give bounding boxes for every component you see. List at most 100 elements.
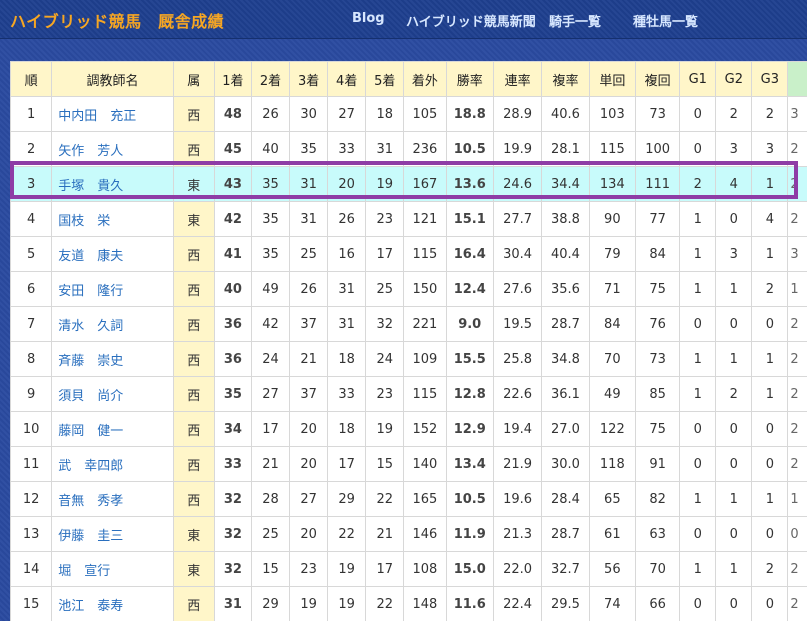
cell-place-return: 75: [634, 411, 681, 447]
cell-trainer-name[interactable]: 手塚 貴久: [51, 166, 174, 202]
cell-quinella-rate: 19.9: [492, 131, 543, 167]
cell-g2: 4: [715, 166, 753, 202]
cell-turf: 0: [787, 516, 807, 552]
cell-affiliation: 西: [172, 271, 215, 307]
cell-trainer-name[interactable]: 伊藤 圭三: [51, 516, 174, 552]
cell-place-return: 85: [634, 376, 681, 412]
cell-unplaced: 115: [403, 236, 447, 272]
cell-win-rate: 11.6: [445, 586, 494, 621]
column-header-win-rate[interactable]: 勝率: [445, 61, 494, 97]
column-header-g3[interactable]: G3: [751, 61, 789, 97]
column-header-fourth[interactable]: 4着: [327, 61, 367, 97]
nav-link-blog[interactable]: Blog: [352, 11, 385, 26]
cell-win-rate: 12.4: [445, 271, 494, 307]
cell-g3: 1: [751, 236, 789, 272]
cell-rank: 6: [10, 271, 53, 307]
column-header-place-return[interactable]: 複回: [634, 61, 681, 97]
nav-link-hybrid-newspaper[interactable]: ハイブリッド競馬新聞: [406, 11, 536, 30]
table-row: 8 斉藤 崇史西 36 24 21 18 24 109 15.5 25.8 34.8 70 73 1 1 1 2: [10, 341, 807, 377]
column-header-win-return[interactable]: 単回: [588, 61, 636, 97]
cell-affiliation: 西: [172, 236, 215, 272]
cell-fifth: 17: [365, 236, 405, 272]
column-header-unplaced[interactable]: 着外: [403, 61, 447, 97]
cell-affiliation: 西: [172, 306, 215, 342]
cell-place-rate: 38.8: [541, 201, 590, 237]
table-row: 12 音無 秀孝西 32 28 27 29 22 165 10.5 19.6 28.4 65 82 1 1 1…: [10, 481, 807, 517]
cell-win-return: 71: [588, 271, 636, 307]
cell-turf: 2: [787, 131, 807, 167]
cell-trainer-name[interactable]: 堀 宣行: [51, 551, 174, 587]
cell-fourth: 33: [327, 131, 367, 167]
cell-g1: 1: [679, 551, 717, 587]
cell-quinella-rate: 22.0: [492, 551, 543, 587]
nav-link-stallion-list[interactable]: 種牡馬一覧: [633, 11, 698, 30]
column-header-place-rate[interactable]: 複率: [541, 61, 590, 97]
column-header-turf[interactable]: 芝: [787, 61, 807, 97]
cell-rank: 5: [10, 236, 53, 272]
cell-affiliation: 西: [172, 376, 215, 412]
cell-g1: 0: [679, 131, 717, 167]
cell-trainer-name[interactable]: 須貝 尚介: [51, 376, 174, 412]
cell-first: 45: [213, 131, 252, 167]
cell-trainer-name[interactable]: 藤岡 健一: [51, 411, 174, 447]
cell-first: 35: [213, 376, 252, 412]
cell-g3: 0: [751, 411, 789, 447]
cell-g3: 4: [751, 201, 789, 237]
cell-win-rate: 15.0: [445, 551, 494, 587]
cell-g2: 1: [715, 551, 753, 587]
cell-place-return: 70: [634, 551, 681, 587]
cell-place-rate: 29.5: [541, 586, 590, 621]
cell-rank: 7: [10, 306, 53, 342]
cell-turf: 1: [787, 271, 807, 307]
cell-third: 31: [289, 201, 329, 237]
cell-turf: 2: [787, 446, 807, 482]
column-header-affiliation[interactable]: 属: [172, 61, 215, 97]
cell-g3: 2: [751, 551, 789, 587]
cell-rank: 13: [10, 516, 53, 552]
cell-g3: 0: [751, 516, 789, 552]
cell-trainer-name[interactable]: 安田 隆行: [51, 271, 174, 307]
cell-fifth: 23: [365, 376, 405, 412]
cell-trainer-name[interactable]: 池江 泰寿: [51, 586, 174, 621]
cell-trainer-name[interactable]: 矢作 芳人: [51, 131, 174, 167]
cell-affiliation: 西: [172, 131, 215, 167]
column-header-g1[interactable]: G1: [679, 61, 717, 97]
cell-trainer-name[interactable]: 音無 秀孝: [51, 481, 174, 517]
cell-unplaced: 115: [403, 376, 447, 412]
cell-first: 42: [213, 201, 252, 237]
column-header-third[interactable]: 3着: [289, 61, 329, 97]
cell-trainer-name[interactable]: 清水 久詞: [51, 306, 174, 342]
nav-link-jockey-list[interactable]: 騎手一覧: [549, 11, 601, 30]
cell-win-rate: 15.1: [445, 201, 494, 237]
column-header-fifth[interactable]: 5着: [365, 61, 405, 97]
cell-trainer-name[interactable]: 友道 康夫: [51, 236, 174, 272]
cell-second: 24: [250, 341, 291, 377]
site-title[interactable]: ハイブリッド競馬 厩舎成績: [10, 8, 224, 32]
column-header-trainer-name[interactable]: 調教師名: [51, 61, 174, 97]
column-header-second[interactable]: 2着: [250, 61, 291, 97]
column-header-quinella-rate[interactable]: 連率: [492, 61, 543, 97]
cell-unplaced: 148: [403, 586, 447, 621]
cell-quinella-rate: 22.6: [492, 376, 543, 412]
cell-trainer-name[interactable]: 国枝 栄: [51, 201, 174, 237]
cell-third: 31: [289, 166, 329, 202]
cell-rank: 1: [10, 96, 53, 132]
cell-win-return: 103: [588, 96, 636, 132]
cell-trainer-name[interactable]: 斉藤 崇史: [51, 341, 174, 377]
cell-second: 21: [250, 446, 291, 482]
column-header-g2[interactable]: G2: [715, 61, 753, 97]
cell-fifth: 21: [365, 516, 405, 552]
column-header-rank[interactable]: 順: [10, 61, 53, 97]
cell-second: 27: [250, 376, 291, 412]
cell-first: 36: [213, 341, 252, 377]
cell-g2: 0: [715, 411, 753, 447]
cell-second: 49: [250, 271, 291, 307]
cell-trainer-name[interactable]: 中内田 充正: [51, 96, 174, 132]
cell-second: 40: [250, 131, 291, 167]
cell-first: 32: [213, 516, 252, 552]
column-header-first[interactable]: 1着: [213, 61, 252, 97]
cell-trainer-name[interactable]: 武 幸四郎: [51, 446, 174, 482]
table-row: 2 矢作 芳人西 45 40 35 33 31 236 10.5 19.9 28.1 115 100 0 3…: [10, 131, 807, 167]
cell-second: 15: [250, 551, 291, 587]
cell-fourth: 31: [327, 306, 367, 342]
